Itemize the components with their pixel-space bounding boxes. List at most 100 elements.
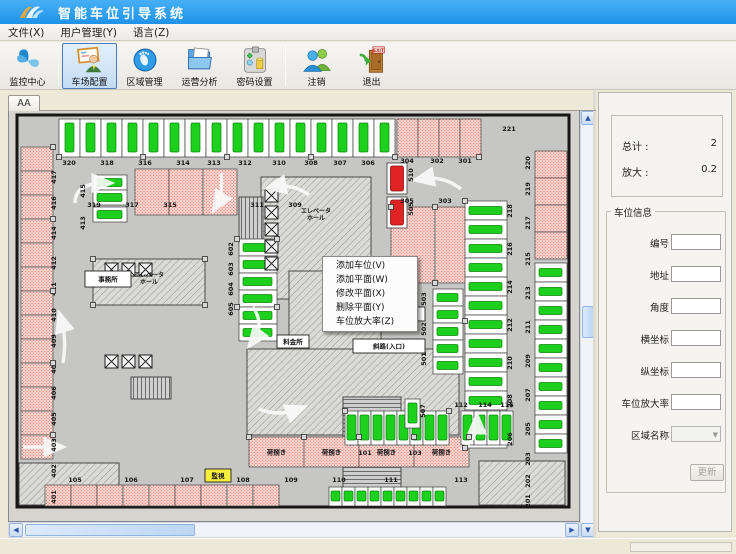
scroll-right-icon[interactable]: ▶ <box>565 523 579 537</box>
stall-x-coord-input[interactable] <box>671 330 721 346</box>
toolbar-logout-button[interactable]: 注销 <box>289 43 344 89</box>
wall-node-handle[interactable] <box>275 237 280 242</box>
parking-stall-occupied[interactable] <box>123 485 149 506</box>
wall-node-handle[interactable] <box>203 257 208 262</box>
parking-stall-occupied[interactable] <box>439 119 460 157</box>
wall-node-handle[interactable] <box>57 155 62 160</box>
wall-node-handle[interactable] <box>447 409 452 414</box>
wall-node-handle[interactable] <box>51 217 56 222</box>
wall-node-handle[interactable] <box>141 155 146 160</box>
wall-node-handle[interactable] <box>235 237 240 242</box>
wall-node-handle[interactable] <box>51 361 56 366</box>
wall-node-handle[interactable] <box>302 435 307 440</box>
parking-stall-occupied[interactable] <box>460 119 481 157</box>
parking-stall-occupied[interactable] <box>21 339 53 363</box>
operation-analysis-icon <box>186 46 214 74</box>
update-button[interactable]: 更新 <box>690 464 724 481</box>
parking-stall-occupied[interactable] <box>21 243 53 267</box>
wall-node-handle[interactable] <box>433 205 438 210</box>
context-menu-stall-zoom[interactable]: 车位放大率(Z) <box>323 315 417 329</box>
map-context-menu: 添加车位(V) 添加平面(W) 修改平面(X) 删除平面(Y) 车位放大率(Z) <box>322 256 418 332</box>
parking-stall-occupied[interactable] <box>21 411 53 435</box>
stall-zoom-ratio-input[interactable] <box>671 394 721 410</box>
parking-stall-occupied[interactable] <box>21 147 53 171</box>
menu-user-management[interactable]: 用户管理(Y) <box>52 24 125 41</box>
wall-node-handle[interactable] <box>225 155 230 160</box>
wall-node-handle[interactable] <box>309 155 314 160</box>
wall-node-handle[interactable] <box>433 281 438 286</box>
wall-node-handle[interactable] <box>343 409 348 414</box>
car-glyph <box>331 491 340 501</box>
toolbar-operation-analysis-button[interactable]: 运营分析 <box>172 43 227 89</box>
context-menu-delete-plane[interactable]: 删除平面(Y) <box>323 301 417 315</box>
parking-stall-occupied[interactable] <box>97 485 123 506</box>
parking-stall-occupied[interactable] <box>21 315 53 339</box>
context-menu-add-stall[interactable]: 添加车位(V) <box>323 259 417 273</box>
wall-node-handle[interactable] <box>389 205 394 210</box>
parking-stall-occupied[interactable] <box>21 363 53 387</box>
stall-info-groupbox: 车位信息 编号 地址 角度 横坐标 纵坐标 车位放大率 区域名称 ▼ <box>606 211 726 493</box>
parking-stall-occupied[interactable] <box>21 291 53 315</box>
wall-node-handle[interactable] <box>51 145 56 150</box>
parking-stall-occupied[interactable] <box>21 195 53 219</box>
parking-stall-occupied[interactable] <box>418 119 439 157</box>
wall-node-handle[interactable] <box>467 435 472 440</box>
stall-angle-input[interactable] <box>671 298 721 314</box>
wall-node-handle[interactable] <box>247 435 252 440</box>
wall-node-handle[interactable] <box>91 257 96 262</box>
stall-y-coord-input[interactable] <box>671 362 721 378</box>
wall-node-handle[interactable] <box>235 305 240 310</box>
wall-node-handle[interactable] <box>463 446 468 451</box>
parking-stall-occupied[interactable] <box>45 485 71 506</box>
parking-stall-occupied[interactable] <box>21 387 53 411</box>
toolbar-lot-config-button[interactable]: 车场配置 <box>62 43 117 89</box>
toolbar-monitor-center-button[interactable]: 监控中心 <box>0 43 55 89</box>
car-glyph <box>437 294 458 302</box>
parking-stall-occupied[interactable] <box>21 267 53 291</box>
car-glyph <box>149 123 158 152</box>
region-name-select[interactable]: ▼ <box>671 426 721 442</box>
stall-number-input[interactable] <box>671 234 721 250</box>
stall-address-input[interactable] <box>671 266 721 282</box>
parking-stall-occupied[interactable] <box>535 232 567 259</box>
horizontal-scroll-thumb[interactable] <box>25 524 195 536</box>
wall-node-handle[interactable] <box>91 303 96 308</box>
parking-stall-occupied[interactable] <box>201 485 227 506</box>
parking-map-canvas[interactable]: 荷捌き荷捌き荷捌き荷捌き事務所受付A棟料金所斜路(出口)斜路(入口)監視エレベー… <box>8 110 580 522</box>
parking-stall-occupied[interactable] <box>175 485 201 506</box>
floor-tab-AA[interactable]: AA <box>8 95 40 111</box>
wall-node-handle[interactable] <box>357 435 362 440</box>
parking-stall-occupied[interactable] <box>253 485 279 506</box>
parking-stall-occupied[interactable] <box>71 485 97 506</box>
scroll-left-icon[interactable]: ◀ <box>9 523 23 537</box>
parking-stall-occupied[interactable] <box>21 171 53 195</box>
context-menu-add-plane[interactable]: 添加平面(W) <box>323 273 417 287</box>
wall-node-handle[interactable] <box>51 433 56 438</box>
parking-stall-occupied[interactable] <box>21 219 53 243</box>
menu-language[interactable]: 语言(Z) <box>125 24 177 41</box>
parking-stall-occupied[interactable] <box>535 151 567 178</box>
wall-node-handle[interactable] <box>463 199 468 204</box>
stall-number-label: 105 <box>68 476 82 484</box>
wall-node-handle[interactable] <box>412 435 417 440</box>
parking-stall-occupied[interactable] <box>535 205 567 232</box>
wall-node-handle[interactable] <box>51 289 56 294</box>
stall-number-label: 502 <box>420 322 428 336</box>
wall-node-handle[interactable] <box>393 155 398 160</box>
parking-stall-occupied[interactable] <box>535 178 567 205</box>
parking-stall-occupied[interactable] <box>397 119 418 157</box>
context-menu-edit-plane[interactable]: 修改平面(X) <box>323 287 417 301</box>
zoom-value: 0.2 <box>701 164 717 179</box>
toolbar-exit-button[interactable]: EXIT 退出 <box>344 43 399 89</box>
wall-node-handle[interactable] <box>275 305 280 310</box>
wall-node-handle[interactable] <box>463 319 468 324</box>
wall-node-handle[interactable] <box>477 155 482 160</box>
toolbar-password-settings-button[interactable]: 密码设置 <box>227 43 282 89</box>
menu-file[interactable]: 文件(X) <box>0 24 52 41</box>
parking-stall-occupied[interactable] <box>149 485 175 506</box>
toolbar-area-manage-button[interactable]: 区域管理 <box>117 43 172 89</box>
map-horizontal-scrollbar[interactable]: ◀ ▶ <box>8 522 580 538</box>
wall-node-handle[interactable] <box>203 303 208 308</box>
panel-splitter[interactable] <box>593 91 596 538</box>
parking-stall-occupied[interactable] <box>227 485 253 506</box>
